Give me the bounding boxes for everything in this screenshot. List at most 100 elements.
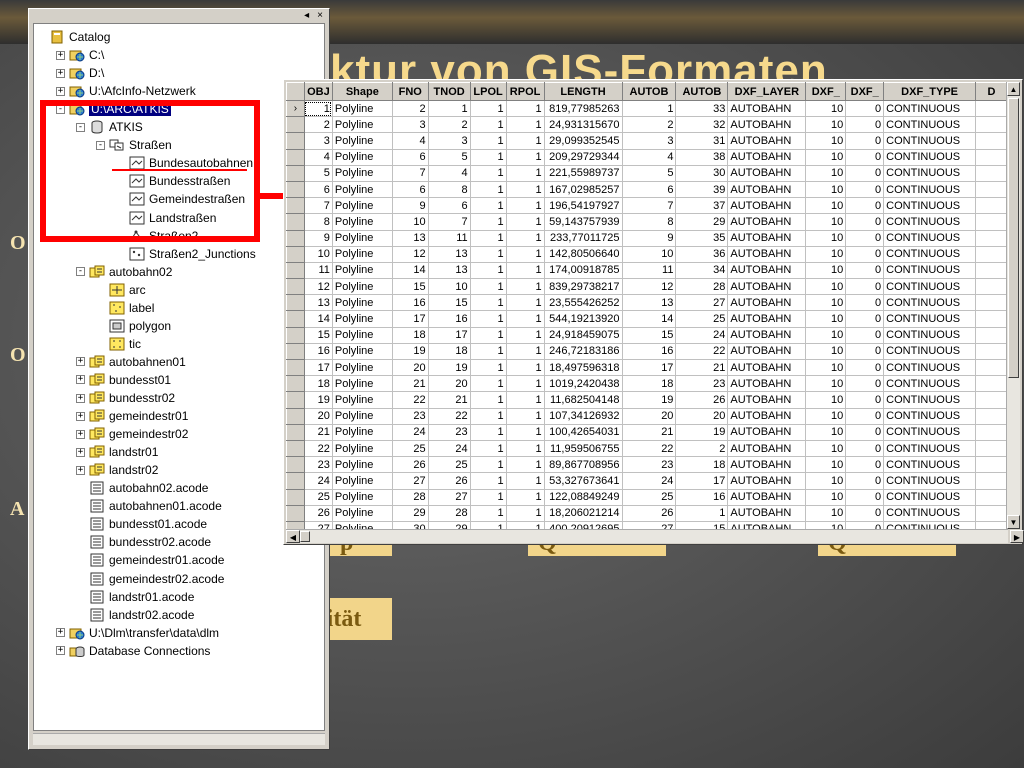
table-cell[interactable]: 23 [428, 424, 471, 441]
table-cell[interactable]: 10 [392, 213, 429, 231]
table-cell[interactable]: 11 [428, 230, 471, 247]
table-cell[interactable]: 1 [470, 472, 507, 490]
table-cell[interactable]: 12 [392, 246, 429, 263]
table-cell[interactable]: 21 [428, 391, 471, 409]
table-cell[interactable]: AUTOBAHN [727, 310, 807, 328]
table-cell[interactable]: Polyline [332, 149, 393, 166]
column-header[interactable]: TNOD [427, 82, 471, 101]
table-cell[interactable]: 1 [506, 246, 545, 263]
table-cell[interactable]: 196,54197927 [544, 197, 623, 215]
table-cell[interactable]: CONTINUOUS [883, 472, 977, 490]
table-cell[interactable]: 1 [470, 197, 507, 215]
table-cell[interactable]: 29 [675, 213, 729, 231]
table-cell[interactable]: 839,29738217 [544, 278, 623, 296]
table-cell[interactable]: 10 [805, 424, 847, 441]
row-selector[interactable] [286, 132, 305, 150]
tree-item[interactable]: Catalog [36, 28, 110, 46]
table-cell[interactable]: 16 [304, 343, 333, 361]
table-cell[interactable]: 209,29729344 [544, 149, 623, 166]
column-header[interactable]: Shape [331, 82, 393, 101]
table-cell[interactable]: 6 [392, 149, 429, 166]
table-cell[interactable]: Polyline [332, 327, 393, 344]
table-cell[interactable]: 20 [304, 408, 333, 425]
table-cell[interactable] [975, 375, 1008, 393]
table-row[interactable]: 19 Polyline 22 21 1 1 11,682504148 19 26 AUTOBAHN… [286, 391, 1008, 409]
table-cell[interactable]: 13 [428, 246, 471, 263]
table-cell[interactable]: 1 [470, 165, 507, 182]
table-cell[interactable] [975, 310, 1008, 328]
table-cell[interactable]: 0 [845, 310, 885, 328]
table-cell[interactable]: 18,497596318 [544, 359, 623, 377]
table-cell[interactable]: 25 [428, 456, 471, 474]
table-cell[interactable]: 28 [428, 505, 471, 522]
table-cell[interactable]: CONTINUOUS [883, 165, 977, 182]
table-cell[interactable]: 89,867708956 [544, 456, 623, 474]
table-row[interactable]: › 1 Polyline 2 1 1 1 819,77985263 1 33 AUTOBAHN 10 0… [286, 99, 1008, 118]
table-cell[interactable]: Polyline [332, 456, 393, 474]
table-cell[interactable]: 5 [428, 149, 471, 166]
tree-item[interactable]: Straßen2_Junctions [116, 245, 256, 263]
row-selector[interactable] [286, 261, 305, 280]
table-cell[interactable]: 16 [428, 310, 471, 328]
table-cell[interactable]: CONTINUOUS [883, 116, 977, 134]
table-cell[interactable]: 2 [392, 100, 429, 118]
table-cell[interactable]: CONTINUOUS [883, 246, 977, 263]
table-cell[interactable]: 24,931315670 [544, 116, 623, 134]
table-cell[interactable]: 0 [845, 440, 885, 458]
table-cell[interactable]: 1 [470, 213, 507, 231]
table-cell[interactable]: Polyline [332, 165, 393, 182]
table-cell[interactable]: 10 [805, 472, 847, 490]
table-cell[interactable]: 4 [392, 132, 429, 150]
table-cell[interactable]: 1 [470, 310, 507, 328]
table-cell[interactable]: 1 [506, 310, 545, 328]
table-row[interactable]: 20 Polyline 23 22 1 1 107,34126932 20 20 AUTOBAHN… [286, 407, 1008, 425]
table-cell[interactable]: 0 [845, 230, 885, 247]
table-cell[interactable] [975, 327, 1008, 344]
table-cell[interactable]: 16 [392, 294, 429, 312]
table-cell[interactable]: 5 [304, 165, 333, 182]
pin-icon[interactable]: ◂ [304, 10, 309, 21]
table-cell[interactable]: 24,918459075 [544, 327, 623, 344]
table-cell[interactable]: CONTINUOUS [883, 424, 977, 441]
table-cell[interactable]: 3 [622, 132, 677, 150]
table-cell[interactable]: 3 [428, 132, 471, 150]
row-selector[interactable] [286, 375, 305, 393]
table-cell[interactable]: 4 [428, 165, 471, 182]
table-cell[interactable]: 107,34126932 [544, 408, 623, 425]
table-cell[interactable]: 1 [470, 262, 507, 280]
table-cell[interactable]: CONTINUOUS [883, 505, 977, 522]
table-cell[interactable]: AUTOBAHN [727, 100, 807, 118]
table-cell[interactable]: 0 [845, 181, 885, 199]
table-cell[interactable]: AUTOBAHN [727, 213, 807, 231]
table-cell[interactable]: AUTOBAHN [727, 262, 807, 280]
table-cell[interactable]: AUTOBAHN [727, 197, 807, 215]
table-cell[interactable]: Polyline [332, 116, 393, 134]
table-cell[interactable]: 17 [675, 472, 729, 490]
table-cell[interactable]: 1 [506, 343, 545, 361]
table-cell[interactable]: 29,099352545 [544, 132, 623, 150]
table-cell[interactable]: 27 [622, 521, 677, 529]
table-cell[interactable] [975, 116, 1008, 134]
table-cell[interactable]: 4 [304, 149, 333, 166]
table-cell[interactable]: CONTINUOUS [883, 375, 977, 393]
vertical-scroll-thumb[interactable] [1008, 98, 1019, 378]
table-row[interactable]: 11 Polyline 14 13 1 1 174,00918785 11 34 AUTOBAHN… [286, 261, 1008, 280]
table-cell[interactable]: 1 [506, 116, 545, 134]
table-row[interactable]: 13 Polyline 16 15 1 1 23,555426252 13 27 AUTOBAHN… [286, 294, 1008, 312]
table-cell[interactable] [975, 343, 1008, 361]
table-row[interactable]: 14 Polyline 17 16 1 1 544,19213920 14 25 AUTOBAHN… [286, 310, 1008, 328]
table-cell[interactable]: 0 [845, 375, 885, 393]
table-row[interactable]: 16 Polyline 19 18 1 1 246,72183186 16 22 AUTOBAHN… [286, 342, 1008, 361]
table-cell[interactable]: 25 [304, 489, 333, 506]
table-cell[interactable]: 1019,2420438 [544, 375, 623, 393]
table-cell[interactable]: 24 [304, 472, 333, 490]
table-row[interactable]: 7 Polyline 9 6 1 1 196,54197927 7 37 AUTOBAHN 10 0 C… [286, 197, 1008, 215]
tree-item[interactable]: - autobahn02 [76, 263, 172, 281]
table-cell[interactable] [975, 472, 1008, 490]
table-cell[interactable]: 32 [675, 116, 729, 134]
tree-item[interactable]: arc [96, 281, 146, 299]
row-selector[interactable] [286, 310, 305, 328]
table-row[interactable]: 8 Polyline 10 7 1 1 59,143757939 8 29 AUTOBAHN 10 0… [286, 213, 1008, 231]
expand-icon[interactable]: + [76, 465, 85, 475]
row-selector[interactable] [286, 520, 305, 529]
